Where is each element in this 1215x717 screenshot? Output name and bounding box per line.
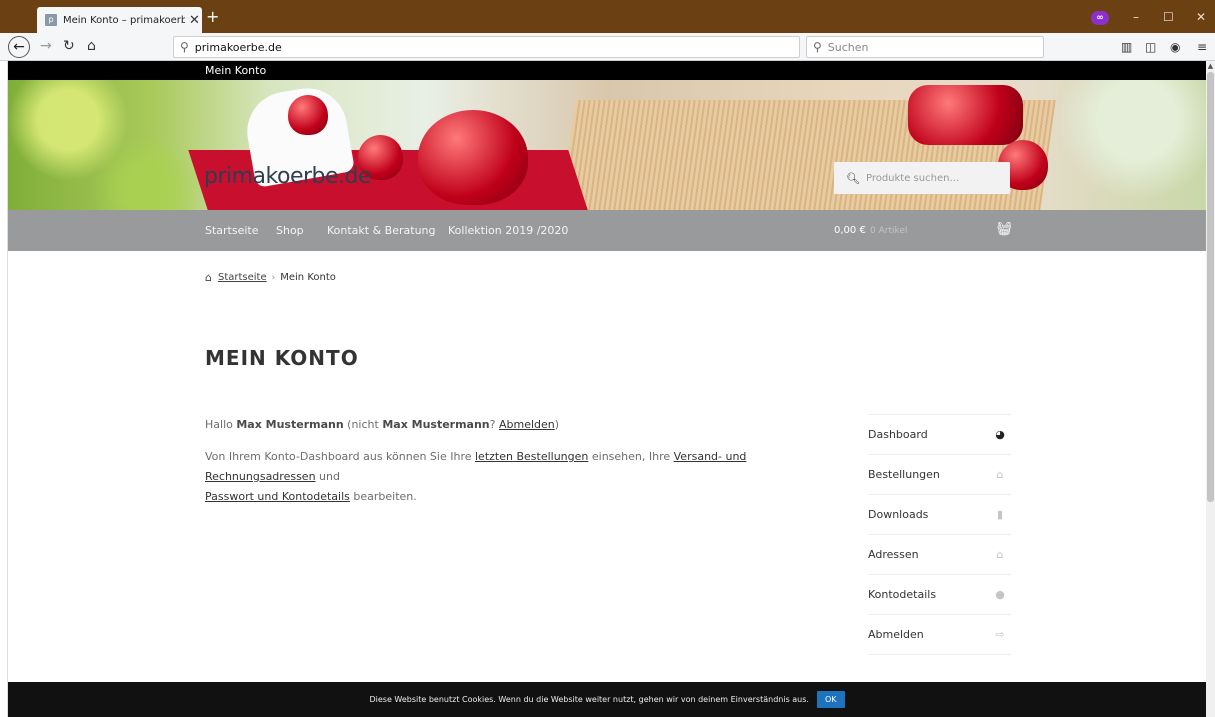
account-nav-addresses[interactable]: Adressen ⌂ [868, 535, 1011, 575]
nav-item-shop[interactable]: Shop [276, 224, 304, 237]
web-page: Mein Konto primakoerbe.de 🔍︎ Produkte su… [8, 61, 1206, 717]
tab-title: Mein Konto – primakoerbe.de [63, 14, 185, 26]
menu-icon[interactable]: ≡ [1197, 40, 1207, 54]
browser-tab-bar: p Mein Konto – primakoerbe.de ✕ + ∞ – ☐ … [0, 0, 1215, 33]
dashboard-text: Von Ihrem Konto-Dashboard aus können Sie… [205, 450, 475, 463]
account-icon[interactable]: ◉ [1170, 40, 1180, 54]
new-tab-icon[interactable]: + [206, 9, 219, 25]
logout-link[interactable]: Abmelden [499, 418, 555, 431]
account-nav-label: Bestellungen [868, 468, 940, 481]
search-placeholder: Suchen [827, 40, 869, 54]
breadcrumb-home-link[interactable]: Startseite [218, 272, 267, 283]
search-icon: 🔍︎ [846, 171, 860, 185]
user-icon: ● [995, 588, 1005, 601]
header-banner: primakoerbe.de 🔍︎ Produkte suchen… [8, 80, 1206, 210]
scroll-up-icon[interactable]: ▲ [1206, 61, 1215, 71]
top-account-link[interactable]: Mein Konto [205, 64, 266, 77]
nav-item-startseite[interactable]: Startseite [205, 224, 259, 237]
site-favicon-icon: p [45, 14, 57, 26]
dashboard-description: Von Ihrem Konto-Dashboard aus können Sie… [205, 447, 825, 507]
dashboard-text: einsehen, Ihre [588, 450, 674, 463]
account-nav-logout[interactable]: Abmelden ⇨ [868, 615, 1011, 655]
greeting-end: ) [554, 418, 560, 431]
heart-image [418, 110, 528, 205]
forward-arrow-icon[interactable]: → [40, 38, 52, 54]
greeting-mid: (nicht [343, 418, 383, 431]
window-maximize-icon[interactable]: ☐ [1163, 10, 1174, 24]
nav-item-kollektion[interactable]: Kollektion 2019 /2020 [448, 224, 568, 237]
account-nav-orders[interactable]: Bestellungen ⌂ [868, 455, 1011, 495]
back-arrow-icon[interactable]: ← [8, 36, 30, 58]
greeting-question: ? [489, 418, 499, 431]
breadcrumb-current: Mein Konto [280, 272, 336, 283]
url-text: primakoerbe.de [194, 40, 282, 54]
account-nav-label: Kontodetails [868, 588, 937, 601]
home-icon: ⌂ [996, 548, 1004, 561]
cookie-text: Diese Website benutzt Cookies. Wenn du d… [369, 695, 809, 704]
library-icon[interactable]: ▥ [1121, 40, 1132, 54]
dashboard-icon: ◕ [995, 428, 1005, 441]
top-bar: Mein Konto [8, 61, 1206, 80]
cart-amount[interactable]: 0,00 € [834, 225, 866, 236]
account-nav-dashboard[interactable]: Dashboard ◕ [868, 415, 1011, 455]
home-icon: ⌂ [205, 271, 212, 284]
account-navigation: Dashboard ◕ Bestellungen ⌂ Downloads ▮ A… [868, 414, 1011, 655]
dashboard-text: und [315, 470, 340, 483]
recent-orders-link[interactable]: letzten Bestellungen [475, 450, 588, 463]
sign-out-icon: ⇨ [995, 628, 1005, 641]
dashboard-text: bearbeiten. [349, 490, 417, 503]
browser-toolbar: ← → ↻ ⌂ ⚲ primakoerbe.de ⚲ Suchen ▥ ◫ ◉ … [0, 33, 1215, 61]
account-nav-label: Downloads [868, 508, 929, 521]
tab-close-icon[interactable]: ✕ [189, 14, 200, 27]
search-icon: ⚲ [180, 40, 189, 54]
breadcrumb: ⌂ Startseite › Mein Konto [205, 271, 336, 284]
browser-tab[interactable]: p Mein Konto – primakoerbe.de ✕ [37, 7, 202, 33]
account-nav-label: Adressen [868, 548, 919, 561]
basket-icon: ⌂ [996, 468, 1004, 481]
site-logo[interactable]: primakoerbe.de [204, 164, 372, 189]
account-dashboard-text: Hallo Max Mustermann (nicht Max Musterma… [205, 415, 825, 507]
url-bar[interactable]: ⚲ primakoerbe.de [173, 36, 800, 58]
window-minimize-icon[interactable]: – [1133, 10, 1139, 24]
greeting-prefix: Hallo [205, 418, 237, 431]
scrollbar-thumb[interactable] [1207, 72, 1214, 502]
sidebar-icon[interactable]: ◫ [1145, 40, 1156, 54]
page-left-gutter [0, 61, 8, 717]
home-icon[interactable]: ⌂ [87, 38, 96, 54]
user-name: Max Mustermann [382, 418, 490, 431]
search-icon: ⚲ [813, 40, 822, 54]
cart-count[interactable]: 0 Artikel [870, 226, 907, 236]
account-nav-label: Abmelden [868, 628, 924, 641]
basket-icon[interactable]: 🧺︎ [996, 222, 1013, 237]
private-browsing-icon: ∞ [1091, 11, 1109, 25]
account-nav-label: Dashboard [868, 428, 928, 441]
browser-search-input[interactable]: ⚲ Suchen [806, 36, 1044, 58]
main-navigation: Startseite Shop Kontakt & Beratung Kolle… [8, 210, 1206, 251]
heart-box-image [908, 85, 1023, 145]
product-search-input[interactable]: 🔍︎ Produkte suchen… [834, 162, 1010, 194]
cookie-notice: Diese Website benutzt Cookies. Wenn du d… [8, 682, 1206, 717]
user-name: Max Mustermann [236, 418, 344, 431]
greeting: Hallo Max Mustermann (nicht Max Musterma… [205, 415, 825, 435]
window-close-icon[interactable]: ✕ [1196, 10, 1206, 24]
account-nav-account-details[interactable]: Kontodetails ● [868, 575, 1011, 615]
file-icon: ▮ [996, 508, 1004, 521]
account-nav-downloads[interactable]: Downloads ▮ [868, 495, 1011, 535]
page-title: MEIN KONTO [205, 346, 359, 370]
breadcrumb-separator: › [271, 272, 276, 283]
cookie-ok-button[interactable]: OK [816, 691, 845, 708]
heart-image [288, 95, 328, 135]
nav-item-kontakt[interactable]: Kontakt & Beratung [327, 224, 436, 237]
account-details-link[interactable]: Passwort und Kontodetails [205, 490, 350, 503]
reload-icon[interactable]: ↻ [63, 38, 75, 54]
product-search-placeholder: Produkte suchen… [865, 172, 960, 184]
